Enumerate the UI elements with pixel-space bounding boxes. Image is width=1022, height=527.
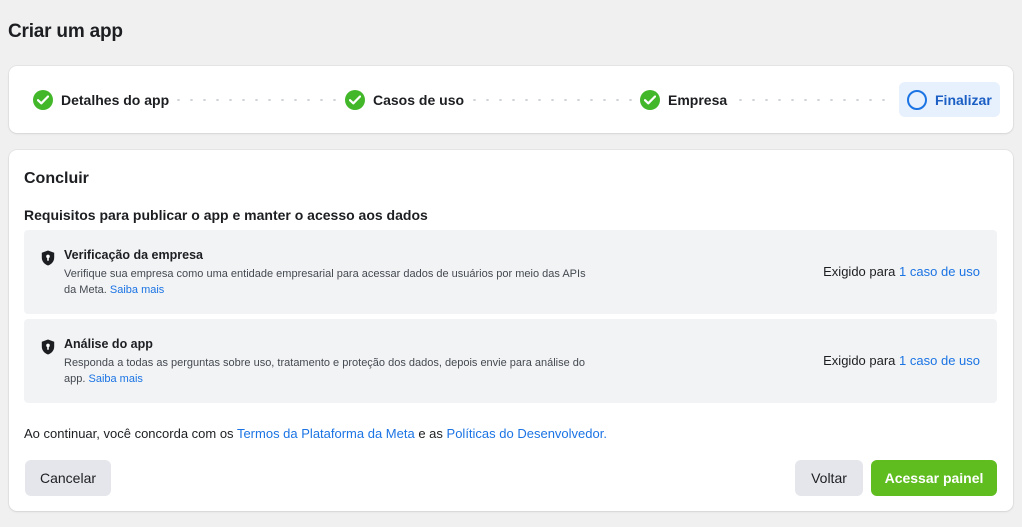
check-circle-icon [33,89,53,110]
required-for-label: Exigido para [823,353,896,368]
requirement-title: Verificação da empresa [64,248,203,262]
developer-policies-link[interactable]: Políticas do Desenvolvedor. [447,426,607,441]
section-title: Concluir [24,170,89,187]
requirement-app-review: Análise do app Responda a todas as pergu… [24,319,997,403]
use-case-count-link[interactable]: 1 caso de uso [899,264,980,279]
shield-lock-icon [41,339,55,355]
requirement-description: Verifique sua empresa como uma entidade … [64,266,594,298]
learn-more-link[interactable]: Saiba mais [88,373,142,385]
circle-icon [907,89,927,110]
cancel-button[interactable]: Cancelar [25,460,111,496]
platform-terms-link[interactable]: Termos da Plataforma da Meta [237,426,415,441]
step-label: Casos de uso [373,91,465,108]
finish-card: Concluir Requisitos para publicar o app … [9,150,1013,511]
consent-middle: e as [418,426,443,441]
shield-lock-icon [41,250,55,266]
stepper: Detalhes do app Casos de uso Empresa Fin… [9,66,1013,133]
step-label: Detalhes do app [61,91,170,108]
required-for: Exigido para 1 caso de uso [823,353,980,368]
requirement-business-verification: Verificação da empresa Verifique sua emp… [24,230,997,314]
step-label: Empresa [668,91,728,108]
back-button[interactable]: Voltar [795,460,863,496]
use-case-count-link[interactable]: 1 caso de uso [899,353,980,368]
step-use-cases[interactable]: Casos de uso [345,66,464,133]
check-circle-icon [640,89,660,110]
step-label: Finalizar [935,91,992,108]
step-finish[interactable]: Finalizar [899,82,1000,117]
requirements-heading: Requisitos para publicar o app e manter … [24,207,428,223]
page-title: Criar um app [8,21,123,42]
consent-prefix: Ao continuar, você concorda com os [24,426,234,441]
create-app-page: Criar um app Detalhes do app Casos de us… [0,0,1022,527]
required-for-label: Exigido para [823,264,896,279]
consent-text: Ao continuar, você concorda com os Termo… [24,426,607,441]
required-for: Exigido para 1 caso de uso [823,264,980,279]
step-connector [468,99,636,101]
step-app-details[interactable]: Detalhes do app [33,66,169,133]
step-connector [172,99,340,101]
requirement-description: Responda a todas as perguntas sobre uso,… [64,355,594,387]
go-to-dashboard-button[interactable]: Acessar painel [871,460,997,496]
step-business[interactable]: Empresa [640,66,727,133]
check-circle-icon [345,89,365,110]
learn-more-link[interactable]: Saiba mais [110,284,164,296]
requirement-title: Análise do app [64,337,153,351]
step-connector [734,99,894,101]
